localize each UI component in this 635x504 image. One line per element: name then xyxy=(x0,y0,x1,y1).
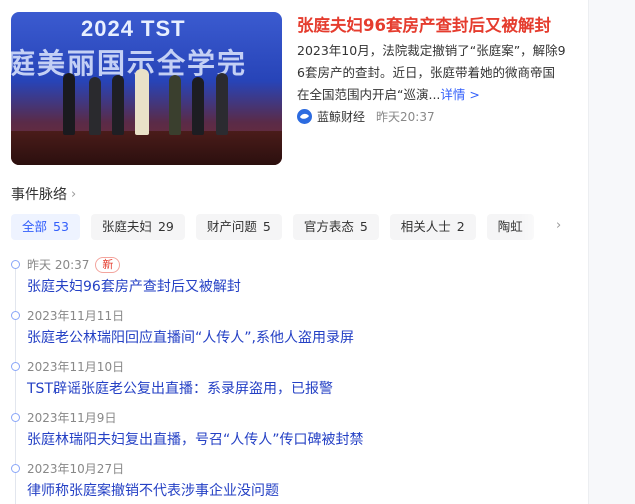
timeline-date: 2023年11月11日 xyxy=(27,309,125,323)
image-logo-text: 2024 TST xyxy=(81,16,186,41)
image-person xyxy=(192,77,204,135)
tab-count: 5 xyxy=(359,219,368,234)
tab-count: 29 xyxy=(157,219,174,234)
timeline-title-link[interactable]: 张庭老公林瑞阳回应直播间“人传人”,系他人盗用录屏 xyxy=(27,327,354,347)
timeline-date: 2023年11月10日 xyxy=(27,360,125,374)
section-title: 事件脉络 xyxy=(11,187,67,203)
image-person xyxy=(216,73,228,135)
details-link[interactable]: 详情 > xyxy=(440,87,479,102)
chevron-right-icon: › xyxy=(71,186,77,202)
news-image[interactable]: 2024 TST 庭美丽国示全学完 xyxy=(11,12,282,165)
tab-label: 相关人士 xyxy=(400,219,451,234)
image-stage xyxy=(11,131,282,165)
image-person xyxy=(112,75,124,135)
timeline-dot xyxy=(11,413,20,422)
tab-label: 财产问题 xyxy=(206,219,257,234)
image-banner-text: 庭美丽国示全学完 xyxy=(11,47,248,80)
source-time: 昨天20:37 xyxy=(376,110,435,124)
tab-label: 张庭夫妇 xyxy=(101,219,152,234)
tab-all[interactable]: 全部 53 xyxy=(11,214,80,240)
tabs-fade xyxy=(520,214,580,240)
timeline-date-row: 2023年10月27日 xyxy=(27,460,124,477)
news-summary-line: 2023年10月，法院裁定撤销了“张庭案”，解除9 xyxy=(297,43,566,58)
right-column-background xyxy=(588,0,635,504)
image-person xyxy=(135,69,149,135)
news-summary-line: 6套房产的查封。近日，张庭带着她的微商帝国 xyxy=(297,62,575,84)
source-logo-icon xyxy=(297,109,312,124)
timeline-date-row: 2023年11月9日 xyxy=(27,409,116,426)
search-result-page: 2024 TST 庭美丽国示全学完 张庭夫妇96套房产查封后又被解封 2023年… xyxy=(0,0,635,504)
timeline-title-link[interactable]: 张庭林瑞阳夫妇复出直播，号召“人传人”传口碑被封禁 xyxy=(27,429,364,449)
news-summary-line: 在全国范围内开启“巡演...详情 > xyxy=(297,84,575,106)
image-person xyxy=(89,77,101,135)
timeline-date: 昨天 20:37 xyxy=(27,258,90,272)
news-source: 蓝鲸财经 昨天20:37 xyxy=(297,108,435,125)
tab-count: 2 xyxy=(456,219,465,234)
tab-property[interactable]: 财产问题 5 xyxy=(195,214,282,240)
tab-label: 全部 xyxy=(22,219,48,234)
timeline-date-row: 2023年11月10日 xyxy=(27,358,124,375)
news-summary-text: 6套房产的查封。近日，张庭带着她的微商帝国 xyxy=(297,65,555,80)
chevron-right-icon[interactable]: › xyxy=(556,218,561,233)
timeline-title-link[interactable]: 律师称张庭案撤销不代表涉事企业没问题 xyxy=(27,480,279,500)
tab-related-people[interactable]: 相关人士 2 xyxy=(389,214,476,240)
news-summary-text: 在全国范围内开启“巡演... xyxy=(297,87,441,102)
timeline-date: 2023年11月9日 xyxy=(27,411,117,425)
tab-label: 陶虹 xyxy=(497,219,523,234)
timeline-date-row: 昨天 20:37 新 xyxy=(27,256,121,273)
timeline-date-row: 2023年11月11日 xyxy=(27,307,124,324)
timeline-dot xyxy=(11,464,20,473)
timeline-date: 2023年10月27日 xyxy=(27,462,125,476)
tab-couple[interactable]: 张庭夫妇 29 xyxy=(90,214,185,240)
image-person xyxy=(169,75,181,135)
event-timeline-header[interactable]: 事件脉络 › xyxy=(11,184,76,204)
tab-label: 官方表态 xyxy=(303,219,354,234)
timeline-title-link[interactable]: TST辟谣张庭老公复出直播：系录屏盗用，已报警 xyxy=(27,378,333,398)
image-person xyxy=(63,73,75,135)
news-summary: 2023年10月，法院裁定撤销了“张庭案”，解除9 6套房产的查封。近日，张庭带… xyxy=(297,40,575,106)
timeline-dot xyxy=(11,362,20,371)
timeline-dot xyxy=(11,260,20,269)
timeline-dot xyxy=(11,311,20,320)
timeline-title-link[interactable]: 张庭夫妇96套房产查封后又被解封 xyxy=(27,276,241,296)
tab-count: 5 xyxy=(262,219,271,234)
source-name[interactable]: 蓝鲸财经 xyxy=(317,108,365,125)
filter-tabs: 全部 53 张庭夫妇 29 财产问题 5 官方表态 5 相关人士 2 陶虹 xyxy=(11,214,577,240)
tab-official[interactable]: 官方表态 5 xyxy=(292,214,379,240)
news-title[interactable]: 张庭夫妇96套房产查封后又被解封 xyxy=(297,12,587,36)
new-badge: 新 xyxy=(95,256,121,273)
tab-count: 53 xyxy=(53,219,69,234)
